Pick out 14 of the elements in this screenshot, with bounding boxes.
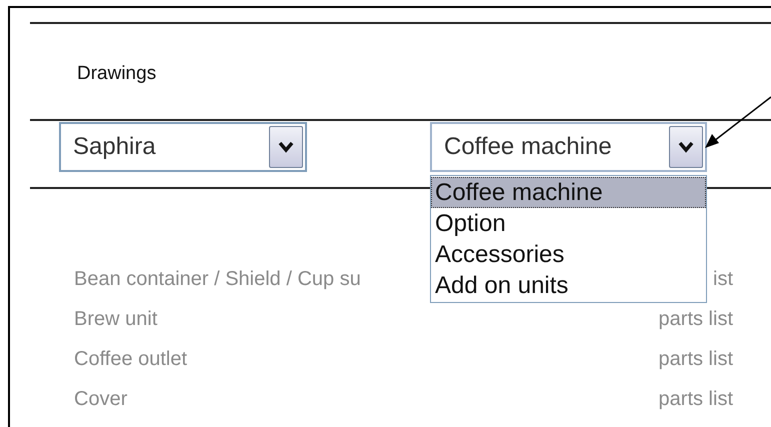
- part-name: Brew unit: [74, 307, 158, 332]
- part-name: Bean container / Shield / Cup su: [74, 267, 361, 292]
- section-title: Drawings: [77, 63, 156, 84]
- dropdown-field[interactable]: Coffee machine: [430, 122, 707, 172]
- dropdown-option[interactable]: Accessories: [431, 239, 706, 270]
- chevron-icon[interactable]: [669, 126, 703, 168]
- chevron-icon[interactable]: [269, 126, 303, 168]
- dropdown-field[interactable]: Saphira: [59, 122, 307, 172]
- dropdown-option[interactable]: Option: [431, 208, 706, 239]
- part-name: Coffee outlet: [74, 347, 188, 372]
- dropdown-option[interactable]: Add on units: [431, 270, 706, 301]
- part-name: Cover: [74, 387, 128, 412]
- pointer-arrow: [705, 96, 771, 148]
- dropdown-option[interactable]: Coffee machine: [431, 177, 706, 208]
